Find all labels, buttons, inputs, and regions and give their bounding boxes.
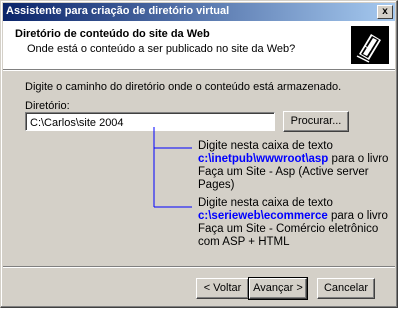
cancel-button[interactable]: Cancelar [317,278,375,299]
back-button[interactable]: < Voltar [196,278,249,299]
next-button[interactable]: Avançar > [248,277,308,300]
annotation-prefix: Digite nesta caixa de texto [198,197,333,209]
annotation-path: c:\serieweb\ecommerce [198,210,328,222]
annotation-note: Digite nesta caixa de texto c:\serieweb\… [198,197,398,249]
annotation-prefix: Digite nesta caixa de texto [198,140,333,152]
footer-divider [3,266,395,268]
wizard-window: Assistente para criação de diretório vir… [0,0,398,308]
annotation-path: c:\inetpub\wwwroot\asp [198,153,329,165]
annotation-note: Digite nesta caixa de texto c:\inetpub\w… [198,140,398,192]
